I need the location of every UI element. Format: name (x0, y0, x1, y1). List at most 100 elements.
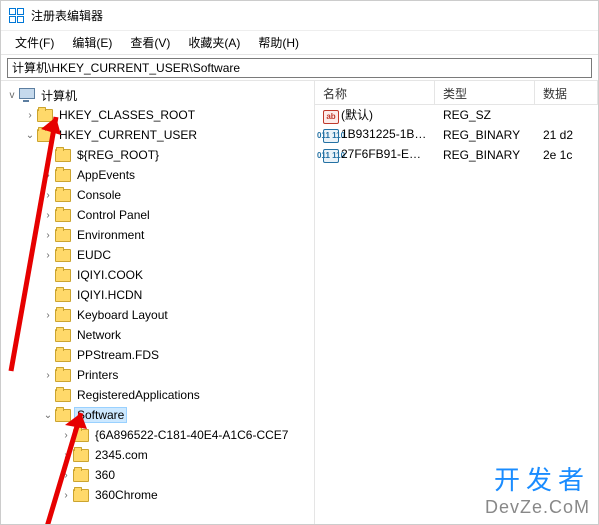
tree-item[interactable]: ›{6A896522-C181-40E4-A1C6-CCE7 (5, 425, 314, 445)
list-row[interactable]: 011 11027F6FB91-E2D...REG_BINARY2e 1c (315, 145, 598, 165)
menu-edit[interactable]: 编辑(E) (64, 32, 120, 53)
folder-icon (73, 429, 89, 442)
tree-label: 360Chrome (93, 488, 160, 502)
tree-twisty-none: · (41, 350, 55, 361)
folder-icon (55, 169, 71, 182)
tree-item[interactable]: › HKEY_CLASSES_ROOT (5, 105, 314, 125)
tree-item[interactable]: ⌄ Software (5, 405, 314, 425)
tree-item[interactable]: ·IQIYI.COOK (5, 265, 314, 285)
tree-item[interactable]: › Environment (5, 225, 314, 245)
value-data: 21 d2 (535, 128, 598, 142)
tree-label: Control Panel (75, 208, 152, 222)
tree-label: HKEY_CURRENT_USER (57, 128, 199, 142)
chevron-right-icon[interactable]: › (41, 170, 55, 181)
folder-icon (55, 249, 71, 262)
folder-icon (55, 289, 71, 302)
tree-root[interactable]: v 计算机 (5, 85, 314, 105)
chevron-right-icon[interactable]: › (41, 230, 55, 241)
value-type: REG_SZ (435, 108, 535, 122)
string-value-icon: ab (323, 110, 339, 124)
chevron-right-icon[interactable]: › (41, 150, 55, 161)
chevron-right-icon[interactable]: › (23, 110, 37, 121)
main-area: v 计算机 › HKEY_CLASSES_ROOT ⌄ HKEY_CURRENT_US… (1, 81, 598, 524)
tree-label: PPStream.FDS (75, 348, 161, 362)
menu-bar: 文件(F) 编辑(E) 查看(V) 收藏夹(A) 帮助(H) (1, 31, 598, 55)
tree-label: HKEY_CLASSES_ROOT (57, 108, 197, 122)
tree-item[interactable]: ›Console (5, 185, 314, 205)
tree-item[interactable]: ›2345.com (5, 445, 314, 465)
tree-item[interactable]: › AppEvents (5, 165, 314, 185)
tree-label: Environment (75, 228, 146, 242)
tree-item[interactable]: ⌄ HKEY_CURRENT_USER (5, 125, 314, 145)
value-name: 27F6FB91-E2D... (341, 147, 434, 161)
tree-label: IQIYI.COOK (75, 268, 145, 282)
folder-icon (73, 489, 89, 502)
tree-item[interactable]: ·Network (5, 325, 314, 345)
address-input[interactable] (7, 58, 592, 78)
folder-icon (55, 369, 71, 382)
tree-label: 计算机 (39, 87, 79, 104)
tree-label: RegisteredApplications (75, 388, 202, 402)
col-name[interactable]: 名称 (315, 81, 435, 104)
menu-view[interactable]: 查看(V) (122, 32, 178, 53)
folder-icon (55, 329, 71, 342)
folder-icon (55, 229, 71, 242)
binary-value-icon: 011 110 (323, 129, 339, 143)
tree-label: IQIYI.HCDN (75, 288, 144, 302)
folder-icon (73, 469, 89, 482)
tree-twisty-none: · (41, 390, 55, 401)
folder-icon (37, 129, 53, 142)
folder-icon (55, 309, 71, 322)
tree-item[interactable]: ›360 (5, 465, 314, 485)
app-icon (9, 8, 25, 24)
tree-label: Software (75, 408, 126, 422)
tree-label: Keyboard Layout (75, 308, 170, 322)
tree-item[interactable]: › ${REG_ROOT} (5, 145, 314, 165)
value-type: REG_BINARY (435, 148, 535, 162)
tree-item[interactable]: › Printers (5, 365, 314, 385)
tree-label: EUDC (75, 248, 113, 262)
tree-twisty-none: · (41, 330, 55, 341)
chevron-right-icon[interactable]: › (41, 310, 55, 321)
value-data: 2e 1c (535, 148, 598, 162)
tree-item[interactable]: › Keyboard Layout (5, 305, 314, 325)
tree-item[interactable]: · PPStream.FDS (5, 345, 314, 365)
chevron-right-icon[interactable]: › (59, 450, 73, 461)
folder-icon (37, 109, 53, 122)
title-bar: 注册表编辑器 (1, 1, 598, 31)
tree-label: ${REG_ROOT} (75, 148, 161, 162)
list-row[interactable]: ab(默认)REG_SZ (315, 105, 598, 125)
folder-icon (55, 349, 71, 362)
chevron-down-icon[interactable]: ⌄ (23, 130, 37, 141)
chevron-right-icon[interactable]: › (59, 430, 73, 441)
chevron-right-icon[interactable]: › (41, 210, 55, 221)
list-row[interactable]: 011 1101B931225-1B5...REG_BINARY21 d2 (315, 125, 598, 145)
value-list[interactable]: 名称 类型 数据 ab(默认)REG_SZ011 1101B931225-1B5… (315, 81, 598, 524)
list-header: 名称 类型 数据 (315, 81, 598, 105)
folder-icon (55, 389, 71, 402)
chevron-right-icon[interactable]: › (41, 250, 55, 261)
tree-panel[interactable]: v 计算机 › HKEY_CLASSES_ROOT ⌄ HKEY_CURRENT_US… (1, 81, 315, 524)
chevron-right-icon[interactable]: › (59, 490, 73, 501)
menu-help[interactable]: 帮助(H) (250, 32, 307, 53)
window-title: 注册表编辑器 (31, 7, 103, 24)
menu-favorites[interactable]: 收藏夹(A) (180, 32, 248, 53)
col-type[interactable]: 类型 (435, 81, 535, 104)
tree-label: AppEvents (75, 168, 137, 182)
menu-file[interactable]: 文件(F) (7, 32, 62, 53)
tree-item[interactable]: › 360Chrome (5, 485, 314, 505)
tree-item[interactable]: ·IQIYI.HCDN (5, 285, 314, 305)
tree-item[interactable]: › Control Panel (5, 205, 314, 225)
value-type: REG_BINARY (435, 128, 535, 142)
folder-icon (55, 189, 71, 202)
chevron-down-icon[interactable]: v (5, 90, 19, 101)
chevron-right-icon[interactable]: › (41, 370, 55, 381)
col-data[interactable]: 数据 (535, 81, 598, 104)
chevron-right-icon[interactable]: › (59, 470, 73, 481)
folder-icon (55, 269, 71, 282)
tree-item[interactable]: › EUDC (5, 245, 314, 265)
chevron-right-icon[interactable]: › (41, 190, 55, 201)
tree-item[interactable]: · RegisteredApplications (5, 385, 314, 405)
tree-label: Printers (75, 368, 120, 382)
chevron-down-icon[interactable]: ⌄ (41, 410, 55, 421)
